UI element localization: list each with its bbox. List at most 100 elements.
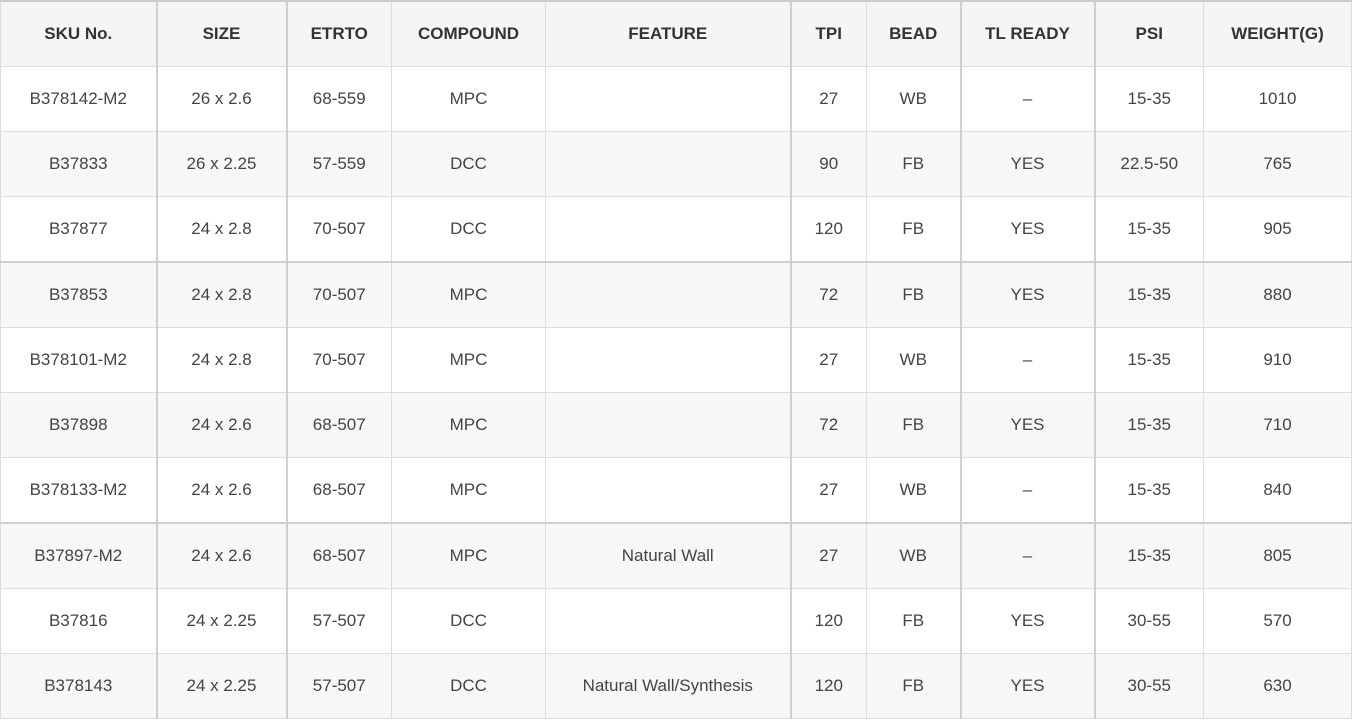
table-row: B37897-M2 24 x 2.6 68-507 MPC Natural Wall 27…: [0, 522, 1352, 589]
tl-ready-cell: –: [959, 66, 1095, 132]
tl-ready-cell: YES: [959, 261, 1095, 328]
size-cell: 24 x 2.6: [155, 457, 287, 524]
tpi-cell: 27: [789, 327, 867, 393]
psi-cell: 15-35: [1093, 261, 1204, 328]
tl-ready-cell: –: [959, 457, 1095, 524]
table-row: B378133-M2 24 x 2.6 68-507 MPC 27 WB –15-35 840: [0, 457, 1352, 524]
compound-cell: DCC: [391, 588, 546, 654]
psi-cell: 15-35: [1093, 66, 1204, 132]
table-row: B37877 24 x 2.8 70-507 DCC 120 FB YES 15-35 905: [0, 196, 1352, 263]
sku-cell: B37833: [0, 131, 157, 197]
psi-cell: 30-55: [1093, 588, 1204, 654]
header-sku: SKU No.: [0, 0, 157, 67]
tl-ready-cell: –: [959, 327, 1095, 393]
feature-cell: [545, 392, 791, 458]
psi-cell: 22.5-50: [1093, 131, 1204, 197]
table-row: B37833 26 x 2.25 57-559 DCC 90 FB YES 22.5-50 76…: [0, 131, 1352, 197]
bead-cell: FB: [866, 653, 961, 719]
tpi-cell: 120: [789, 588, 867, 654]
header-etrto: ETRTO: [285, 0, 392, 67]
bead-cell: FB: [866, 588, 961, 654]
weight-cell: 880: [1203, 261, 1352, 328]
compound-cell: DCC: [391, 131, 546, 197]
etrto-cell: 68-559: [285, 66, 392, 132]
weight-cell: 765: [1203, 131, 1352, 197]
tpi-cell: 27: [789, 457, 867, 524]
weight-cell: 840: [1203, 457, 1352, 524]
table-row: B378101-M2 24 x 2.8 70-507 MPC 27 WB –15-35 910: [0, 327, 1352, 393]
compound-cell: DCC: [391, 653, 546, 719]
weight-cell: 710: [1203, 392, 1352, 458]
table-row: B378142-M2 26 x 2.6 68-559 MPC 27 WB –15-35 101…: [0, 66, 1352, 132]
table-row: B378143 24 x 2.25 57-507 DCC Natural Wall/Sy…: [0, 653, 1352, 719]
etrto-cell: 57-559: [285, 131, 392, 197]
compound-cell: MPC: [391, 457, 546, 524]
tire-spec-table: SKU No. SIZE ETRTO COMPOUND FEATURE TPI …: [0, 0, 1352, 719]
psi-cell: 15-35: [1093, 196, 1204, 263]
size-cell: 26 x 2.6: [155, 66, 287, 132]
tl-ready-cell: –: [959, 522, 1095, 589]
sku-cell: B37877: [0, 196, 157, 263]
sku-cell: B378133-M2: [0, 457, 157, 524]
sku-cell: B37816: [0, 588, 157, 654]
etrto-cell: 57-507: [285, 653, 392, 719]
tpi-cell: 27: [789, 66, 867, 132]
feature-cell: [545, 327, 791, 393]
psi-cell: 15-35: [1093, 392, 1204, 458]
etrto-cell: 57-507: [285, 588, 392, 654]
tl-ready-cell: YES: [959, 196, 1095, 263]
weight-cell: 905: [1203, 196, 1352, 263]
compound-cell: MPC: [391, 66, 546, 132]
sku-cell: B37897-M2: [0, 522, 157, 589]
psi-cell: 30-55: [1093, 653, 1204, 719]
size-cell: 24 x 2.25: [155, 588, 287, 654]
feature-cell: [545, 66, 791, 132]
table-header: SKU No. SIZE ETRTO COMPOUND FEATURE TPI …: [0, 0, 1352, 67]
header-compound: COMPOUND: [391, 0, 546, 67]
header-tl-ready: TL READY: [959, 0, 1095, 67]
etrto-cell: 70-507: [285, 327, 392, 393]
compound-cell: MPC: [391, 327, 546, 393]
sku-cell: B378101-M2: [0, 327, 157, 393]
tl-ready-cell: YES: [959, 392, 1095, 458]
size-cell: 24 x 2.6: [155, 392, 287, 458]
feature-cell: Natural Wall: [545, 522, 791, 589]
header-bead: BEAD: [866, 0, 961, 67]
compound-cell: MPC: [391, 261, 546, 328]
size-cell: 24 x 2.8: [155, 196, 287, 263]
tpi-cell: 72: [789, 392, 867, 458]
header-feature: FEATURE: [545, 0, 791, 67]
etrto-cell: 70-507: [285, 196, 392, 263]
header-psi: PSI: [1093, 0, 1204, 67]
tpi-cell: 90: [789, 131, 867, 197]
compound-cell: MPC: [391, 392, 546, 458]
weight-cell: 570: [1203, 588, 1352, 654]
table-row: B37816 24 x 2.25 57-507 DCC 120 FB YES 30-55 570: [0, 588, 1352, 654]
sku-cell: B37853: [0, 261, 157, 328]
tl-ready-cell: YES: [959, 653, 1095, 719]
bead-cell: FB: [866, 392, 961, 458]
header-weight: WEIGHT(G): [1203, 0, 1352, 67]
etrto-cell: 68-507: [285, 457, 392, 524]
header-tpi: TPI: [789, 0, 867, 67]
bead-cell: FB: [866, 261, 961, 328]
tpi-cell: 72: [789, 261, 867, 328]
feature-cell: Natural Wall/Synthesis: [545, 653, 791, 719]
feature-cell: [545, 588, 791, 654]
sku-cell: B378143: [0, 653, 157, 719]
weight-cell: 1010: [1203, 66, 1352, 132]
tpi-cell: 120: [789, 653, 867, 719]
psi-cell: 15-35: [1093, 327, 1204, 393]
bead-cell: FB: [866, 196, 961, 263]
etrto-cell: 68-507: [285, 392, 392, 458]
etrto-cell: 68-507: [285, 522, 392, 589]
table-body: B378142-M2 26 x 2.6 68-559 MPC 27 WB –15-35 101…: [0, 66, 1352, 719]
feature-cell: [545, 261, 791, 328]
size-cell: 24 x 2.8: [155, 261, 287, 328]
bead-cell: WB: [866, 457, 961, 524]
compound-cell: DCC: [391, 196, 546, 263]
bead-cell: FB: [866, 131, 961, 197]
psi-cell: 15-35: [1093, 457, 1204, 524]
sku-cell: B378142-M2: [0, 66, 157, 132]
tl-ready-cell: YES: [959, 131, 1095, 197]
